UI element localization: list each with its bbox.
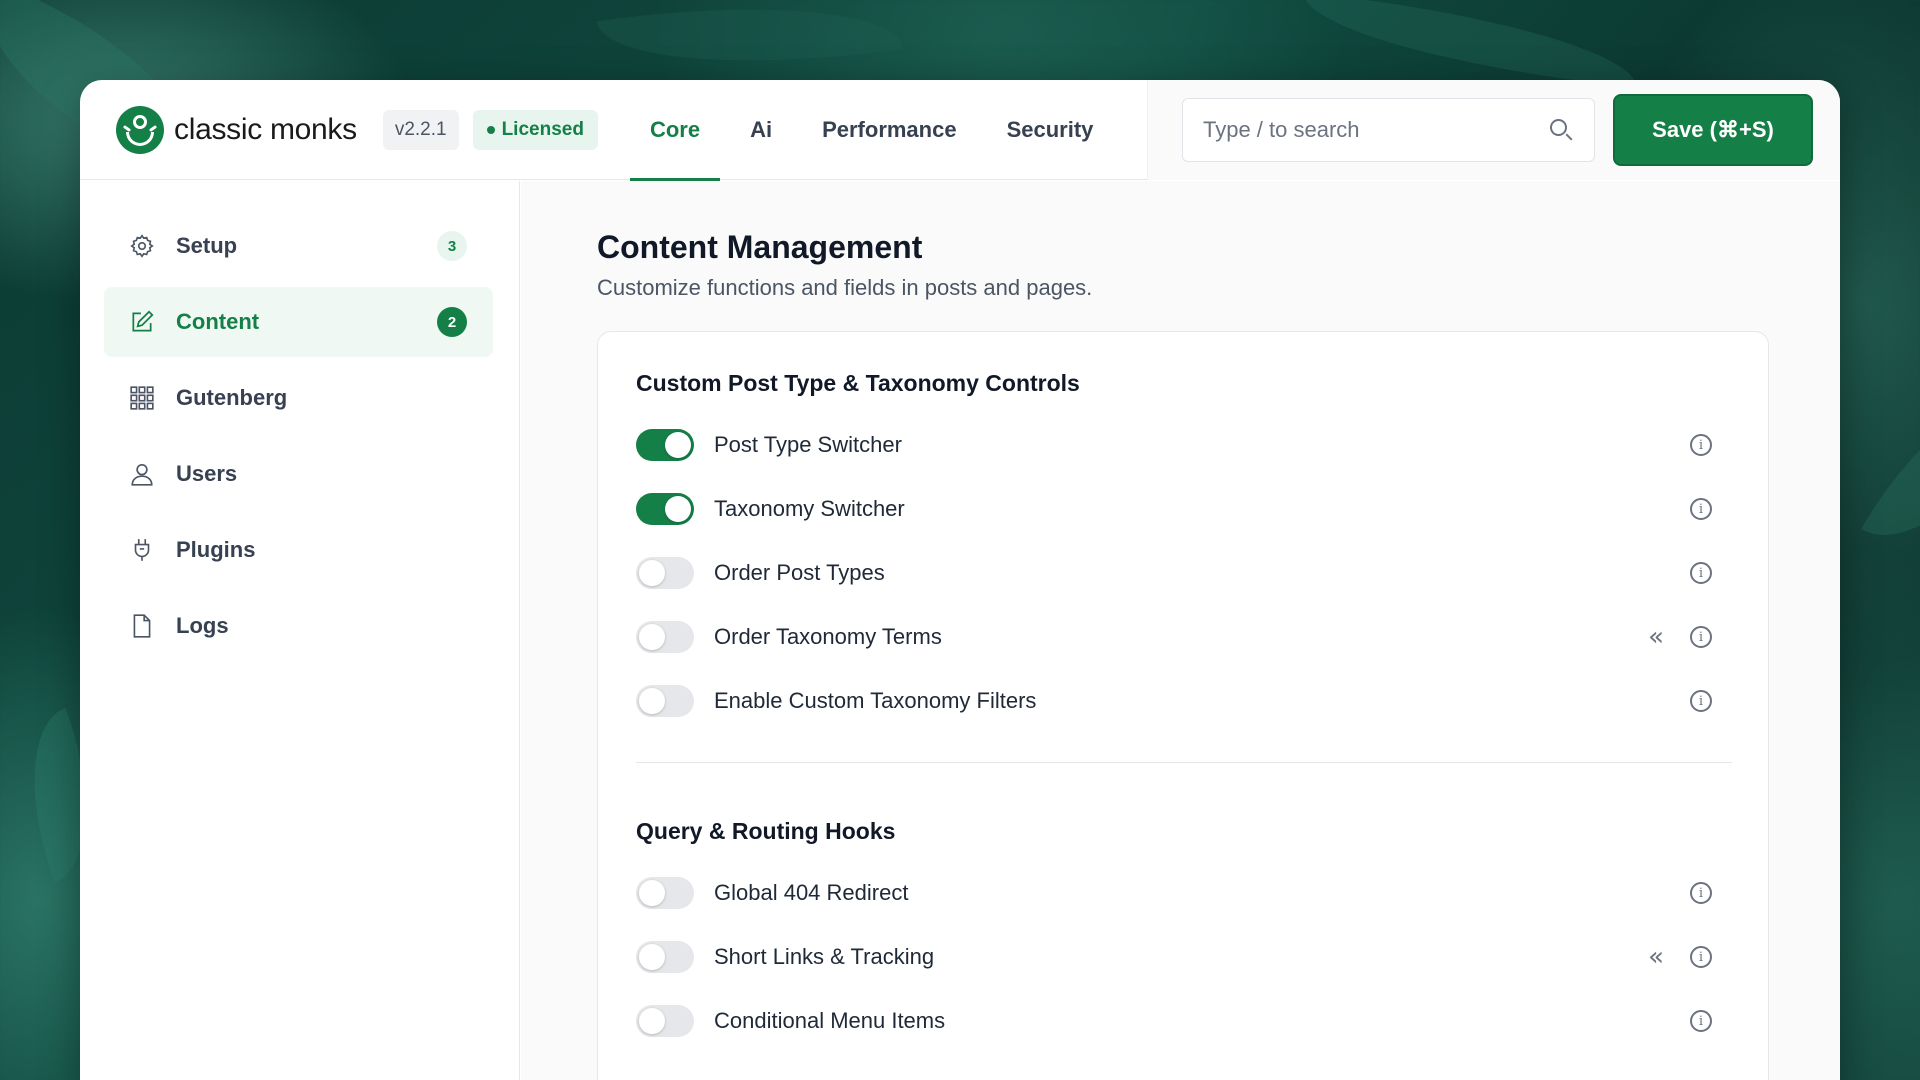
sidebar-item-label: Logs [176, 613, 229, 638]
sidebar: Setup 3 Content 2 Gutenberg Users Plugin… [80, 181, 520, 1080]
header-actions: Type / to search Save (⌘+S) [1147, 80, 1840, 180]
setting-label: Order Post Types [714, 560, 885, 585]
setting-row: Conditional Menu Items i [636, 1004, 1732, 1038]
setting-label: Short Links & Tracking [714, 944, 935, 969]
monk-logo-icon [116, 105, 164, 154]
double-chevron-left-icon[interactable]: « [1648, 944, 1664, 970]
tab-ai[interactable]: Ai [730, 80, 792, 180]
setting-row: Order Post Types i [636, 556, 1732, 590]
info-icon[interactable]: i [1690, 1010, 1712, 1032]
sidebar-item-plugins[interactable]: Plugins [104, 515, 493, 585]
toggle-switch[interactable] [636, 429, 694, 461]
count-badge: 2 [437, 307, 467, 337]
info-icon[interactable]: i [1690, 626, 1712, 648]
setting-label: Global 404 Redirect [714, 880, 909, 905]
setting-row: Taxonomy Switcher i [636, 492, 1732, 526]
setting-row: Short Links & Tracking « i [636, 940, 1732, 974]
sidebar-item-logs[interactable]: Logs [104, 591, 493, 661]
count-badge: 3 [437, 231, 467, 261]
sidebar-item-label: Plugins [176, 537, 256, 562]
page-title: Content Management [597, 229, 923, 265]
toggle-switch[interactable] [636, 621, 694, 653]
sidebar-item-content[interactable]: Content 2 [104, 287, 493, 357]
search-input[interactable]: Type / to search [1182, 98, 1595, 162]
tab-performance[interactable]: Performance [802, 80, 977, 180]
info-icon[interactable]: i [1690, 498, 1712, 520]
toggle-switch[interactable] [636, 1005, 694, 1037]
setting-row: Global 404 Redirect i [636, 876, 1732, 910]
app-window: classic monks v2.2.1 Licensed Core Ai Pe… [80, 80, 1840, 1080]
top-header: classic monks v2.2.1 Licensed Core Ai Pe… [80, 80, 1840, 181]
save-button[interactable]: Save (⌘+S) [1613, 94, 1813, 166]
brand-name: classic monks [174, 112, 357, 146]
info-icon[interactable]: i [1690, 562, 1712, 584]
sidebar-item-label: Setup [176, 233, 238, 258]
section-title: Custom Post Type & Taxonomy Controls [636, 370, 1080, 396]
section-title: Query & Routing Hooks [636, 818, 896, 844]
setting-row: Post Type Switcher i [636, 428, 1732, 462]
setting-row: Enable Custom Taxonomy Filters i [636, 684, 1732, 718]
toggle-switch[interactable] [636, 493, 694, 525]
setting-label: Conditional Menu Items [714, 1008, 946, 1033]
info-icon[interactable]: i [1690, 946, 1712, 968]
info-icon[interactable]: i [1690, 690, 1712, 712]
setting-label: Post Type Switcher [714, 432, 902, 457]
double-chevron-left-icon[interactable]: « [1648, 624, 1664, 650]
sidebar-item-label: Users [176, 461, 238, 486]
main-nav: Core Ai Performance Security [629, 80, 1123, 181]
toggle-switch[interactable] [636, 941, 694, 973]
version-badge: v2.2.1 [382, 109, 459, 150]
setting-row: Order Taxonomy Terms « i [636, 620, 1732, 654]
tab-security[interactable]: Security [987, 80, 1114, 180]
section-divider [636, 762, 1732, 763]
toggle-switch[interactable] [636, 557, 694, 589]
grid-icon [128, 384, 156, 412]
license-badge: Licensed [472, 109, 598, 150]
gear-icon [128, 232, 156, 260]
setting-label: Taxonomy Switcher [714, 496, 905, 521]
sidebar-item-gutenberg[interactable]: Gutenberg [104, 363, 493, 433]
status-dot-icon [486, 125, 495, 134]
tab-core[interactable]: Core [629, 80, 721, 181]
page-subtitle: Customize functions and fields in posts … [597, 275, 1093, 300]
sidebar-item-users[interactable]: Users [104, 439, 493, 509]
sidebar-item-label: Content [176, 309, 260, 334]
user-icon [128, 460, 156, 488]
search-icon [1548, 117, 1574, 143]
sidebar-item-setup[interactable]: Setup 3 [104, 211, 493, 281]
setting-label: Order Taxonomy Terms [714, 624, 942, 649]
brand[interactable]: classic monks [116, 105, 357, 154]
plug-icon [128, 536, 156, 564]
toggle-switch[interactable] [636, 685, 694, 717]
edit-icon [128, 308, 156, 336]
setting-label: Enable Custom Taxonomy Filters [714, 688, 1037, 713]
main-content: Content Management Customize functions a… [521, 181, 1840, 1080]
settings-card: Custom Post Type & Taxonomy Controls Pos… [597, 331, 1769, 1080]
toggle-switch[interactable] [636, 877, 694, 909]
info-icon[interactable]: i [1690, 434, 1712, 456]
search-placeholder: Type / to search [1203, 117, 1360, 142]
file-icon [128, 612, 156, 640]
sidebar-item-label: Gutenberg [176, 385, 288, 410]
info-icon[interactable]: i [1690, 882, 1712, 904]
license-label: Licensed [501, 118, 584, 140]
